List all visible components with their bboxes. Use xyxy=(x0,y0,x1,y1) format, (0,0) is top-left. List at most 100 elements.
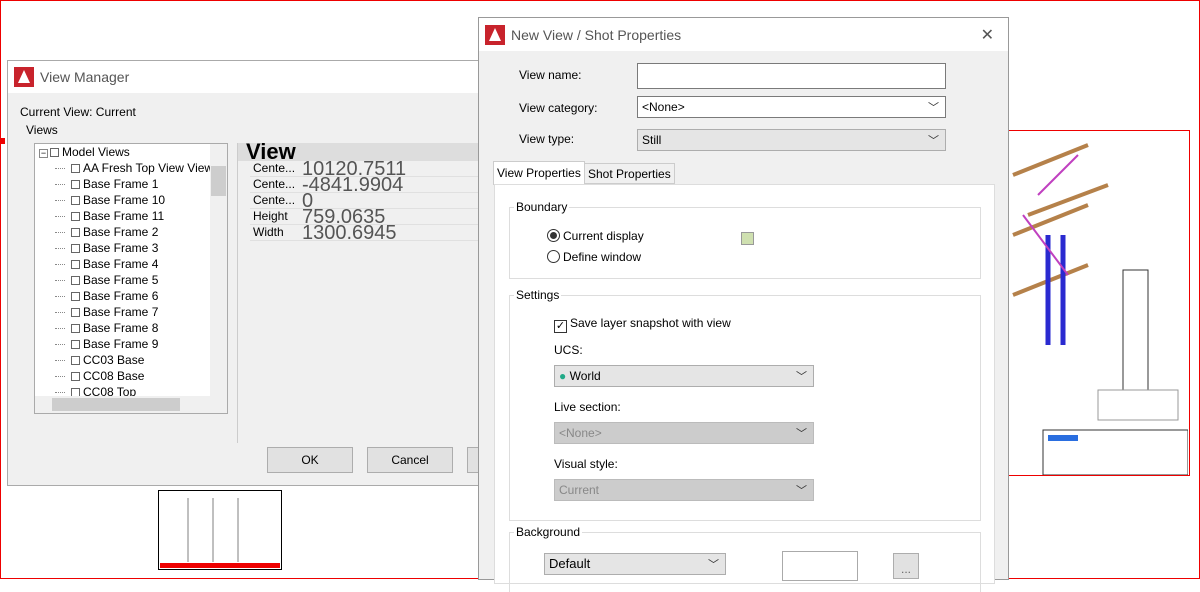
tree-item-view[interactable]: Base Frame 5 xyxy=(35,272,227,288)
pick-window-icon[interactable] xyxy=(741,232,754,245)
view-icon xyxy=(71,260,80,269)
boundary-label: Boundary xyxy=(514,200,570,214)
save-layer-snapshot-checkbox[interactable]: ✓ Save layer snapshot with view xyxy=(554,316,731,333)
cancel-button[interactable]: Cancel xyxy=(367,447,453,473)
tree-item-view[interactable]: CC08 Base xyxy=(35,368,227,384)
background-select[interactable]: Default ﹀ xyxy=(544,553,726,575)
parts-table xyxy=(158,490,282,570)
current-display-radio[interactable]: Current display xyxy=(547,229,644,243)
checkmark-icon: ✓ xyxy=(554,320,567,333)
autocad-logo-icon xyxy=(485,24,505,45)
tree-item-label: Base Frame 5 xyxy=(83,273,159,287)
property-value: -4841.9904 xyxy=(302,174,404,196)
background-group: Background Default ﹀ ... xyxy=(509,525,981,592)
view-manager-titlebar[interactable]: View Manager xyxy=(8,61,496,93)
tree-item-view[interactable]: Base Frame 11 xyxy=(35,208,227,224)
tree-item-view[interactable]: CC03 Base xyxy=(35,352,227,368)
select-value: <None> xyxy=(559,426,602,440)
tree-item-view[interactable]: Base Frame 8 xyxy=(35,320,227,336)
boundary-group: Boundary Current display Define window xyxy=(509,200,981,279)
select-value: Still xyxy=(642,133,662,147)
view-icon xyxy=(71,356,80,365)
chevron-down-icon: ﹀ xyxy=(928,102,939,114)
property-row[interactable]: Cente... -4841.9904 xyxy=(250,174,497,196)
view-name-label: View name: xyxy=(519,68,582,82)
tree-item-view[interactable]: Base Frame 1 xyxy=(35,176,227,192)
view-category-label: View category: xyxy=(519,101,598,115)
tab-shot-properties[interactable]: Shot Properties xyxy=(584,163,675,184)
view-type-label: View type: xyxy=(519,132,575,146)
autocad-logo-icon xyxy=(14,67,34,87)
radio-unchecked-icon xyxy=(547,250,560,263)
define-window-radio[interactable]: Define window xyxy=(547,250,641,264)
background-label: Background xyxy=(514,525,583,539)
tree-item-label: Base Frame 7 xyxy=(83,305,159,319)
tree-hscrollbar[interactable] xyxy=(35,396,227,413)
tree-item-view[interactable]: Base Frame 3 xyxy=(35,240,227,256)
view-icon xyxy=(71,308,80,317)
property-key: Cente... xyxy=(253,177,296,191)
view-icon xyxy=(71,276,80,285)
views-label: Views xyxy=(26,123,58,137)
property-key: Height xyxy=(253,209,288,223)
view-type-select[interactable]: Still ﹀ xyxy=(637,129,946,151)
select-value: <None> xyxy=(642,100,685,114)
radio-label: Define window xyxy=(563,250,642,264)
views-tree[interactable]: − Model Views AA Fresh Top View Viewpo Base… xyxy=(34,143,228,414)
tree-item-view[interactable]: Base Frame 7 xyxy=(35,304,227,320)
live-section-label: Live section: xyxy=(554,400,621,414)
dialog-title: New View / Shot Properties xyxy=(511,26,682,43)
view-icon xyxy=(71,244,80,253)
view-icon xyxy=(71,164,80,173)
tree-item-label: Base Frame 11 xyxy=(83,209,165,223)
view-category-select[interactable]: <None> ﹀ xyxy=(637,96,946,118)
view-icon xyxy=(71,196,80,205)
tree-item-label: Base Frame 9 xyxy=(83,337,159,351)
view-icon xyxy=(71,212,80,221)
live-section-select[interactable]: <None> ﹀ xyxy=(554,422,814,444)
collapse-icon: − xyxy=(39,148,48,158)
browse-background-button[interactable]: ... xyxy=(893,553,919,579)
tree-item-label: CC08 Base xyxy=(83,369,145,383)
tree-item-label: Base Frame 4 xyxy=(83,257,159,271)
drawing-structure xyxy=(1012,143,1188,475)
tree-item-view[interactable]: Base Frame 2 xyxy=(35,224,227,240)
new-view-titlebar[interactable]: New View / Shot Properties ✕ xyxy=(479,18,1008,51)
property-key: Width xyxy=(253,225,284,239)
tree-item-label: Base Frame 6 xyxy=(83,289,159,303)
tree-item-label: AA Fresh Top View Viewpo xyxy=(83,161,227,175)
tab-view-properties[interactable]: View Properties xyxy=(493,161,585,185)
property-row[interactable]: Width 1300.6945 xyxy=(250,223,497,243)
close-icon[interactable]: ✕ xyxy=(981,25,994,45)
left-red-marker xyxy=(0,138,5,144)
view-icon xyxy=(71,292,80,301)
tree-item-view[interactable]: Base Frame 10 xyxy=(35,192,227,208)
tree-item-view[interactable]: AA Fresh Top View Viewpo xyxy=(35,160,227,176)
background-preview xyxy=(782,551,858,581)
settings-label: Settings xyxy=(514,288,562,302)
tree-node-model-views[interactable]: − Model Views xyxy=(35,144,227,160)
chevron-down-icon: ﹀ xyxy=(928,135,939,147)
view-icon xyxy=(71,180,80,189)
checkbox-label: Save layer snapshot with view xyxy=(570,316,731,330)
tree-vscrollbar[interactable] xyxy=(210,144,227,398)
chevron-down-icon: ﹀ xyxy=(796,428,807,440)
view-properties-grid: View Cente... 10120.7511 Cente... -4841.990… xyxy=(237,143,497,443)
view-icon xyxy=(50,148,59,157)
visual-style-select[interactable]: Current ﹀ xyxy=(554,479,814,501)
tree-item-label: Base Frame 3 xyxy=(83,241,159,255)
tree-item-view[interactable]: Base Frame 9 xyxy=(35,336,227,352)
tree-item-view[interactable]: Base Frame 6 xyxy=(35,288,227,304)
chevron-down-icon: ﹀ xyxy=(796,371,807,383)
view-properties-panel: Boundary Current display Define window S… xyxy=(494,184,995,592)
current-view-label: Current View: Current xyxy=(20,105,136,119)
chevron-down-icon: ﹀ xyxy=(708,559,719,571)
ucs-label: UCS: xyxy=(554,343,583,357)
view-name-input[interactable] xyxy=(637,63,946,89)
tree-item-label: Base Frame 8 xyxy=(83,321,159,335)
tree-item-view[interactable]: Base Frame 4 xyxy=(35,256,227,272)
ucs-select[interactable]: ● World ﹀ xyxy=(554,365,814,387)
view-icon xyxy=(71,228,80,237)
ok-button[interactable]: OK xyxy=(267,447,353,473)
tree-item-label: Base Frame 2 xyxy=(83,225,159,239)
